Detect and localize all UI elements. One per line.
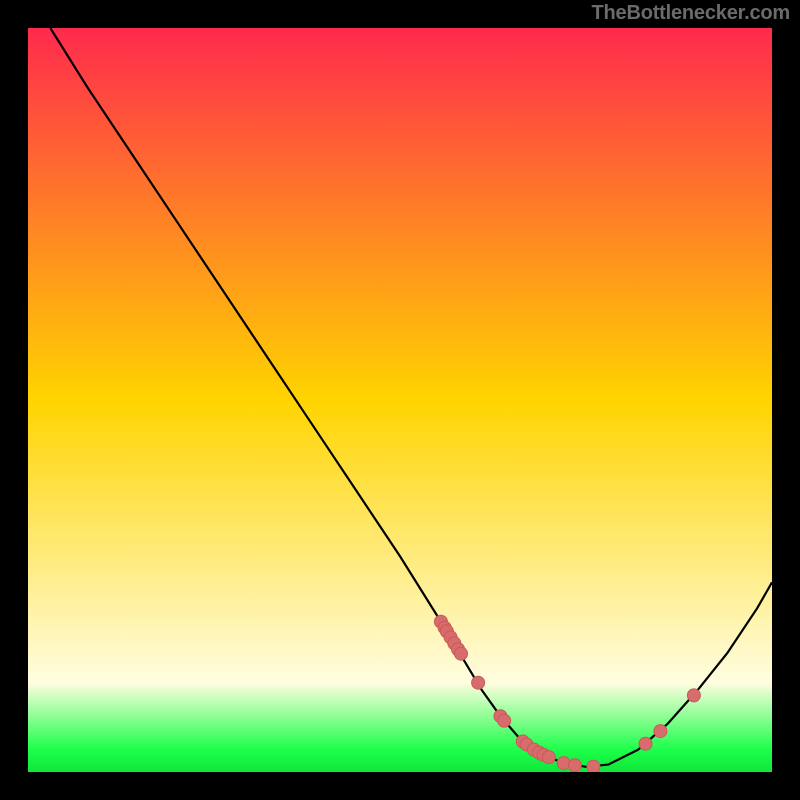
- bottleneck-curve-plot: [28, 28, 772, 772]
- curve-dot: [639, 737, 652, 750]
- curve-dot: [687, 689, 700, 702]
- curve-dot: [654, 725, 667, 738]
- curve-dot: [472, 676, 485, 689]
- curve-dot: [455, 647, 468, 660]
- chart-container: { "watermark": "TheBottlenecker.com", "c…: [0, 0, 800, 800]
- curve-dot: [587, 760, 600, 772]
- watermark-text: TheBottlenecker.com: [592, 2, 791, 25]
- curve-dot: [542, 751, 555, 764]
- gradient-background: [28, 28, 772, 772]
- curve-dot: [498, 714, 511, 727]
- curve-dot: [568, 759, 581, 772]
